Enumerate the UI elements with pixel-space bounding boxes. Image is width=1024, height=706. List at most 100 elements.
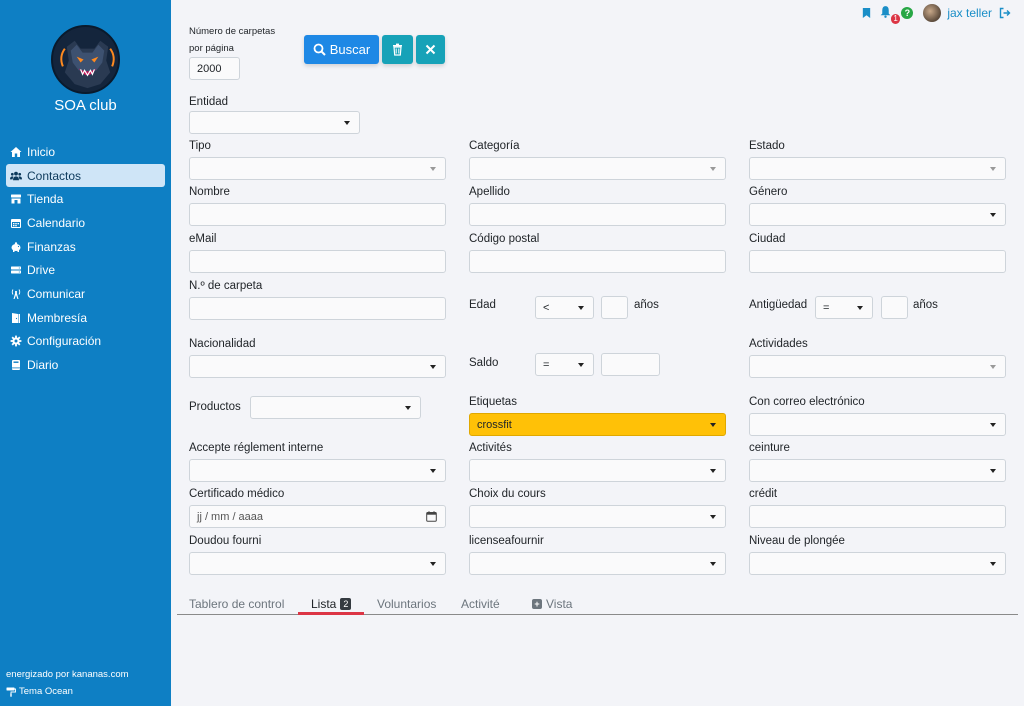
codigo-postal-input[interactable] [469, 250, 726, 273]
sidebar-item-configuracion[interactable]: Configuración [6, 330, 165, 354]
theme-selector[interactable]: Tema Ocean [6, 686, 73, 697]
accepte-select[interactable] [189, 459, 446, 482]
sidebar-item-label: Tienda [27, 192, 64, 207]
accepte-label: Accepte réglement interne [189, 442, 324, 454]
estado-label: Estado [749, 140, 785, 152]
actividades-label: Actividades [749, 338, 808, 350]
sidebar-nav: Inicio Contactos Tienda Calendario Finan… [6, 140, 165, 377]
sidebar-item-label: Contactos [27, 168, 82, 183]
tab-voluntarios[interactable]: Voluntarios [377, 597, 436, 611]
entidad-select[interactable] [189, 111, 360, 134]
tipo-select[interactable] [189, 157, 446, 180]
tab-vista[interactable]: + Vista [532, 597, 572, 611]
etiquetas-select[interactable]: crossfit [469, 413, 726, 436]
store-icon [9, 192, 23, 206]
con-correo-select[interactable] [749, 413, 1006, 436]
sidebar-item-tienda[interactable]: Tienda [6, 187, 165, 211]
piggy-bank-icon [9, 240, 23, 254]
genero-select[interactable] [749, 203, 1006, 226]
antiguedad-operator-select[interactable]: = [815, 296, 873, 319]
activites-select[interactable] [469, 459, 726, 482]
certificado-date-input[interactable]: jj / mm / aaaa [189, 505, 446, 528]
actividades-select[interactable] [749, 355, 1006, 378]
sidebar-item-label: Inicio [27, 144, 56, 159]
productos-select[interactable] [250, 396, 421, 419]
lista-count-badge: 2 [340, 598, 352, 610]
sidebar-item-label: Drive [27, 263, 56, 278]
nombre-input[interactable] [189, 203, 446, 226]
n-carpeta-label: N.º de carpeta [189, 280, 263, 292]
nacionalidad-select[interactable] [189, 355, 446, 378]
drive-icon [9, 263, 23, 277]
tab-label: Activité [461, 597, 500, 611]
license-select[interactable] [469, 552, 726, 575]
calendar-icon [9, 216, 23, 230]
sidebar-item-inicio[interactable]: Inicio [6, 140, 165, 164]
search-button[interactable]: Buscar [304, 35, 379, 64]
nombre-label: Nombre [189, 186, 230, 198]
choix-select[interactable] [469, 505, 726, 528]
powered-by-link[interactable]: energizado por kananas.com [6, 669, 129, 680]
antiguedad-input[interactable] [881, 296, 908, 319]
edad-input[interactable] [601, 296, 628, 319]
per-page-input[interactable]: 2000 [189, 57, 240, 80]
view-tabs: Tablero de control Lista 2 Voluntarios A… [177, 592, 1018, 615]
tipo-label: Tipo [189, 140, 211, 152]
tab-label: Tablero de control [189, 597, 285, 611]
con-correo-label: Con correo electrónico [749, 396, 865, 408]
clear-button[interactable] [416, 35, 445, 64]
edad-label: Edad [469, 299, 496, 311]
sidebar-item-drive[interactable]: Drive [6, 258, 165, 282]
sidebar-item-label: Finanzas [27, 239, 76, 254]
categoria-select[interactable] [469, 157, 726, 180]
club-logo[interactable] [51, 25, 120, 94]
tab-label: Lista [311, 597, 337, 611]
sidebar-item-label: Membresía [27, 310, 88, 325]
sidebar-item-diario[interactable]: Diario [6, 353, 165, 377]
email-label: eMail [189, 233, 217, 245]
nacionalidad-label: Nacionalidad [189, 338, 256, 350]
tab-tablero[interactable]: Tablero de control [189, 597, 284, 611]
genero-label: Género [749, 186, 788, 198]
choix-label: Choix du cours [469, 488, 546, 500]
entidad-label: Entidad [189, 96, 229, 108]
tab-lista[interactable]: Lista 2 [311, 597, 352, 611]
activites-label: Activités [469, 442, 512, 454]
edad-operator-select[interactable]: < [535, 296, 594, 319]
plus-icon: + [532, 599, 542, 609]
tab-label: Voluntarios [377, 597, 437, 611]
niveau-select[interactable] [749, 552, 1006, 575]
ceinture-label: ceinture [749, 442, 790, 454]
saldo-operator-select[interactable]: = [535, 353, 594, 376]
doudou-select[interactable] [189, 552, 446, 575]
saldo-input[interactable] [601, 353, 660, 376]
tab-activite[interactable]: Activité [461, 597, 500, 611]
door-icon [9, 311, 23, 325]
categoria-label: Categoría [469, 140, 520, 152]
sidebar-item-label: Diario [27, 358, 59, 373]
credit-input[interactable] [749, 505, 1006, 528]
ciudad-input[interactable] [749, 250, 1006, 273]
sidebar-item-calendario[interactable]: Calendario [6, 211, 165, 235]
antiguedad-label: Antigüedad [749, 299, 808, 311]
sidebar-item-membresia[interactable]: Membresía [6, 306, 165, 330]
niveau-label: Niveau de plongée [749, 535, 845, 547]
sidebar-item-contactos[interactable]: Contactos [6, 163, 165, 188]
gear-icon [9, 334, 23, 348]
sidebar-item-comunicar[interactable]: Comunicar [6, 282, 165, 306]
delete-button[interactable] [382, 35, 413, 64]
sidebar: SOA club Inicio Contactos Tienda Calenda… [0, 0, 171, 706]
n-carpeta-input[interactable] [189, 297, 446, 320]
saldo-label: Saldo [469, 357, 499, 369]
license-label: licenseafournir [469, 535, 544, 547]
estado-select[interactable] [749, 157, 1006, 180]
apellido-input[interactable] [469, 203, 726, 226]
email-input[interactable] [189, 250, 446, 273]
etiquetas-label: Etiquetas [469, 396, 517, 408]
calendar-icon[interactable] [426, 511, 437, 522]
sidebar-item-label: Calendario [27, 215, 86, 230]
ceinture-select[interactable] [749, 459, 1006, 482]
search-button-label: Buscar [329, 42, 371, 57]
sidebar-item-finanzas[interactable]: Finanzas [6, 235, 165, 259]
contact-filter-form: Número de carpetas por página 2000 Busca… [171, 0, 1024, 706]
